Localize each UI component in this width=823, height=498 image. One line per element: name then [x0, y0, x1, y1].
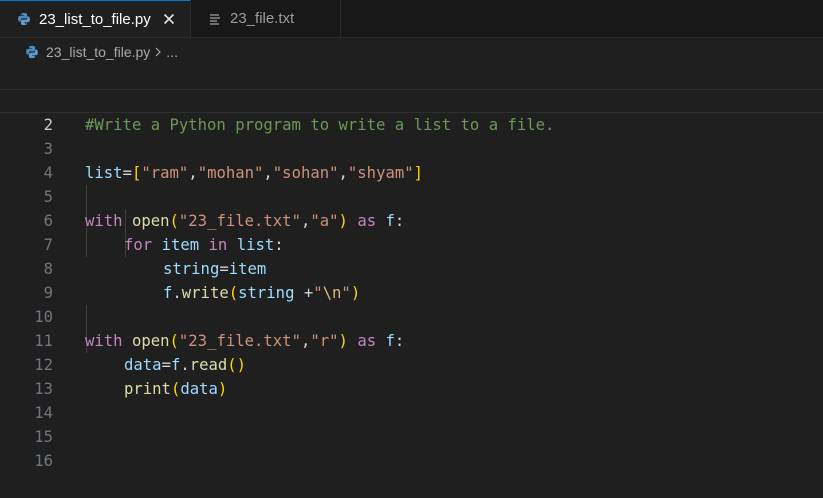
code-line-15: 15	[0, 401, 823, 446]
code-line-2: 2	[0, 89, 823, 134]
chevron-right-icon	[154, 47, 162, 57]
editor-tab-bar: 23_list_to_file.py 23_file.txt	[0, 0, 823, 38]
code-line-8: 8 f.write(string +"\n")	[0, 233, 823, 302]
close-icon[interactable]	[161, 11, 177, 27]
code-line-12: 12 print(data)	[0, 329, 823, 398]
code-line-10: 10 with open("23_file.txt","r") as f:	[0, 281, 823, 350]
tab-23-file-txt[interactable]: 23_file.txt	[191, 0, 341, 37]
tab-23-list-to-file-py[interactable]: 23_list_to_file.py	[0, 0, 191, 37]
code-editor[interactable]: 1 #Write a Python program to write a lis…	[0, 65, 823, 498]
code-line-4: 4	[0, 137, 823, 182]
code-line-6: 6 for item in list:	[0, 185, 823, 254]
code-line-13: 13	[0, 353, 823, 398]
tab-label: 23_file.txt	[230, 10, 295, 27]
code-line-16: 16	[0, 425, 823, 470]
breadcrumb-more[interactable]: ...	[166, 44, 178, 60]
text-file-icon	[207, 11, 223, 27]
code-line-7: 7 string=item	[0, 209, 823, 278]
tab-label: 23_list_to_file.py	[39, 10, 151, 28]
line-number: 16	[34, 452, 53, 470]
code-line-5: 5 with open("23_file.txt","a") as f:	[0, 161, 823, 230]
python-icon	[16, 11, 32, 27]
code-line-1: 1 #Write a Python program to write a lis…	[0, 65, 823, 134]
code-line-3: 3 list=["ram","mohan","sohan","shyam"]	[0, 113, 823, 182]
python-icon	[24, 44, 40, 60]
code-line-11: 11 data=f.read()	[0, 305, 823, 374]
code-line-14: 14	[0, 377, 823, 422]
breadcrumb-file[interactable]: 23_list_to_file.py	[46, 44, 150, 60]
breadcrumb: 23_list_to_file.py ...	[0, 38, 823, 65]
code-line-9: 9	[0, 257, 823, 302]
